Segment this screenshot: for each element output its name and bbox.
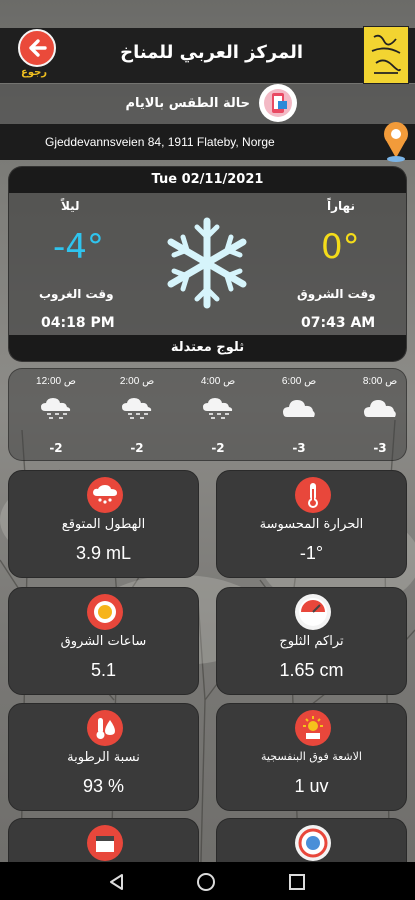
system-navigation-bar xyxy=(0,862,415,900)
snow-gauge-icon xyxy=(295,594,331,630)
sunrise-time: 07:43 AM xyxy=(301,315,376,331)
nav-back-icon[interactable] xyxy=(108,873,126,891)
app-logo xyxy=(363,26,409,84)
weather-condition: ثلوج معتدلة xyxy=(9,335,406,361)
daily-forecast-label[interactable]: حالة الطقس بالايام xyxy=(125,96,250,111)
tile-label: الهطول المتوقع xyxy=(61,517,146,532)
tile-label: نسبة الرطوبة xyxy=(67,750,140,765)
hour-temperature: -2 xyxy=(211,441,225,455)
thermometer-icon xyxy=(295,477,331,513)
hour-time: 2:00 ص xyxy=(119,376,155,387)
hourly-forecast[interactable]: 12:00 ص -2 2:00 ص -2 4:00 ص -2 6:00 ص -3… xyxy=(8,368,407,461)
hourly-item[interactable]: 2:00 ص -2 xyxy=(96,369,178,462)
precipitation-tile[interactable]: الهطول المتوقع 3.9 mL xyxy=(8,470,199,578)
logo-calligraphy-icon xyxy=(371,34,401,74)
tile-value: 1 uv xyxy=(294,776,329,796)
back-label[interactable]: رجوع xyxy=(21,67,47,78)
back-button[interactable] xyxy=(18,29,56,67)
sunset-label: وقت الغروب xyxy=(39,287,114,301)
nav-home-icon[interactable] xyxy=(196,872,216,892)
app-title: المركز العربي للمناخ xyxy=(120,42,303,63)
night-temperature: -4° xyxy=(53,227,104,267)
hour-temperature: -2 xyxy=(49,441,63,455)
hour-temperature: -3 xyxy=(373,441,387,455)
arrow-left-icon xyxy=(29,39,47,57)
rain-cloud-icon xyxy=(87,477,123,513)
cloud-snow-icon xyxy=(203,398,233,419)
cloud-snow-icon xyxy=(41,398,71,419)
hourly-item[interactable]: 4:00 ص -2 xyxy=(177,369,259,462)
tile-value: 93 % xyxy=(82,776,125,796)
tile-value: -1° xyxy=(299,543,324,563)
cloud-icon xyxy=(283,400,315,417)
night-label: ليلاً xyxy=(61,199,80,213)
sun-icon xyxy=(87,594,123,630)
snow-accumulation-tile[interactable]: تراكم الثلوج 1.65 cm xyxy=(216,587,407,695)
hour-temperature: -3 xyxy=(292,441,306,455)
cloud-snow-icon xyxy=(122,398,152,419)
tile-value: 3.9 mL xyxy=(75,543,132,563)
hourly-item[interactable]: 12:00 ص -2 xyxy=(15,369,97,462)
humidity-tile[interactable]: نسبة الرطوبة 93 % xyxy=(8,703,199,811)
nav-recents-icon[interactable] xyxy=(288,873,306,891)
calendar-icon xyxy=(87,825,123,861)
cloud-icon xyxy=(364,400,396,417)
hourly-item[interactable]: 6:00 ص -3 xyxy=(258,369,340,462)
location-pin-icon[interactable] xyxy=(381,120,411,162)
compass-icon xyxy=(295,825,331,861)
tile-value: 1.65 cm xyxy=(279,660,344,680)
location-address: Gjeddevannsveien 84, 1911 Flateby, Norge xyxy=(45,135,275,149)
sunrise-label: وقت الشروق xyxy=(297,287,376,301)
hour-temperature: -2 xyxy=(130,441,144,455)
hour-time: 12:00 ص xyxy=(36,376,76,387)
extra-tile-left[interactable] xyxy=(8,818,199,862)
tile-label: الاشعة فوق البنفسجية xyxy=(261,750,362,763)
day-temperature: 0° xyxy=(321,227,360,267)
uv-icon xyxy=(295,710,331,746)
phone-calendar-icon xyxy=(259,84,297,122)
uv-index-tile[interactable]: الاشعة فوق البنفسجية 1 uv xyxy=(216,703,407,811)
tile-label: ساعات الشروق xyxy=(60,634,147,649)
hour-time: 6:00 ص xyxy=(281,376,317,387)
tile-label: تراكم الثلوج xyxy=(279,634,344,649)
day-label: نهاراً xyxy=(327,199,355,213)
hour-time: 4:00 ص xyxy=(200,376,236,387)
today-weather-card[interactable]: Tue 02/11/2021 ليلاً -4° وقت الغروب 04:1… xyxy=(8,166,407,362)
extra-tile-right[interactable] xyxy=(216,818,407,862)
humidity-icon xyxy=(87,710,123,746)
sunset-time: 04:18 PM xyxy=(41,315,115,331)
hour-time: 8:00 ص xyxy=(362,376,398,387)
tile-label: الحرارة المحسوسة xyxy=(259,517,364,532)
today-date: Tue 02/11/2021 xyxy=(9,167,406,193)
snowflake-icon xyxy=(167,217,247,309)
feels-like-tile[interactable]: الحرارة المحسوسة -1° xyxy=(216,470,407,578)
sunshine-hours-tile[interactable]: ساعات الشروق 5.1 xyxy=(8,587,199,695)
tile-value: 5.1 xyxy=(90,660,117,680)
hourly-item[interactable]: 8:00 ص -3 xyxy=(339,369,415,462)
